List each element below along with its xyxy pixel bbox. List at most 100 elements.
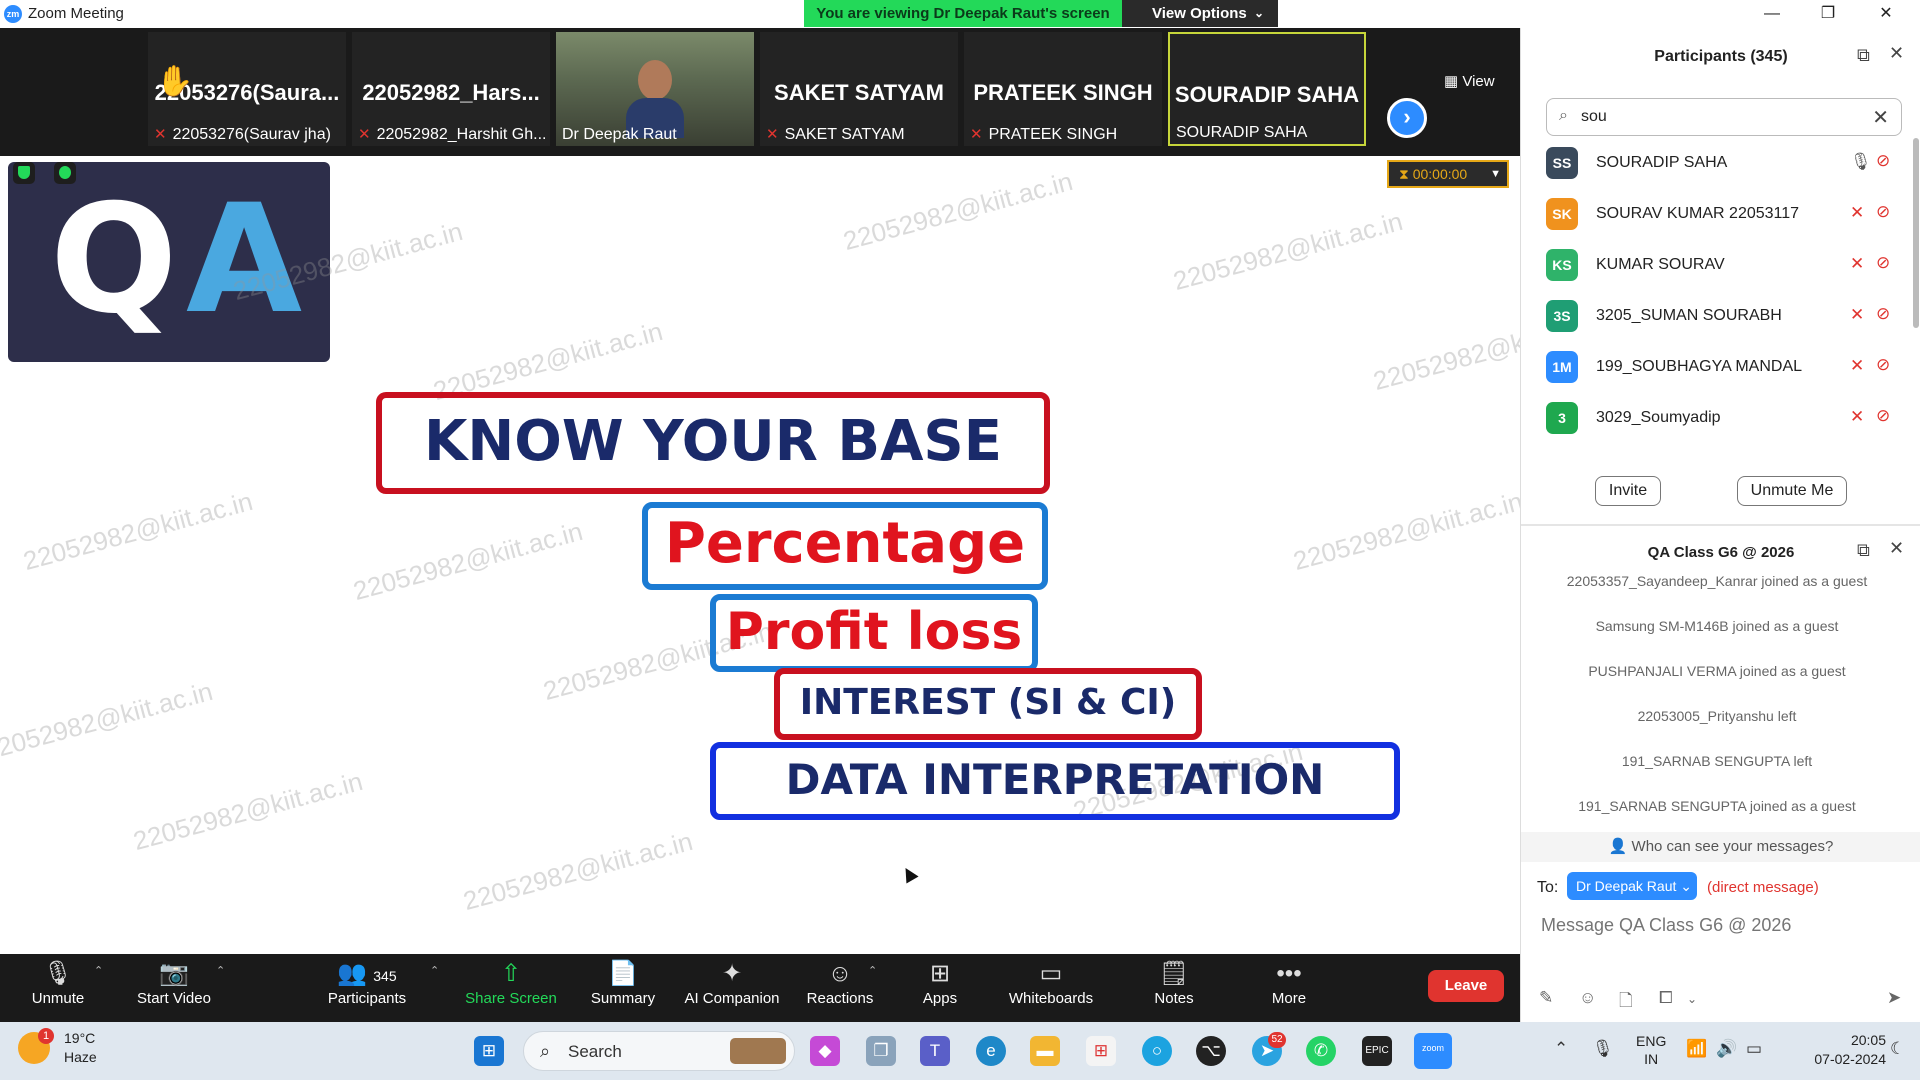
grid-icon: ▦ (1444, 73, 1463, 90)
weather-temperature: 19°C (64, 1030, 96, 1046)
tile-name-label: Dr Deepak Raut (562, 126, 677, 144)
close-window-button[interactable]: ✕ (1858, 0, 1914, 28)
windows-start-icon[interactable]: ⊞ (474, 1036, 504, 1066)
teams-icon[interactable]: T (920, 1036, 950, 1066)
microsoft-store-icon[interactable]: ⊞ (1086, 1036, 1116, 1066)
viewing-screen-text: You are viewing Dr Deepak Raut's screen (804, 0, 1122, 27)
minimize-button[interactable]: — (1744, 0, 1800, 28)
taskbar-search[interactable]: ⌕ Search (523, 1031, 795, 1071)
participants-scrollbar[interactable] (1913, 138, 1919, 328)
start-video-button[interactable]: 📷 Start Video ⌃ (132, 954, 225, 1022)
language-indicator[interactable]: ENG IN (1636, 1032, 1666, 1068)
leave-button[interactable]: Leave (1428, 970, 1504, 1002)
watermark: 22052982@kiit.ac.in (840, 165, 1076, 257)
windows-taskbar: 1 19°C Haze ⊞ ⌕ Search ◆ ❐ T e ▬ ⊞ ○ ⌥ ➤… (0, 1022, 1920, 1080)
participant-tile[interactable]: 22052982_Hars... ✕ 22052982_Harshit Gh... (352, 32, 550, 146)
participant-video-tile[interactable]: Dr Deepak Raut (556, 32, 754, 146)
more-button[interactable]: ••• More (1262, 954, 1316, 1022)
emoji-icon[interactable]: ☺ (1579, 988, 1596, 1008)
ai-companion-button[interactable]: ✦ AI Companion (682, 954, 782, 1022)
participant-search-input[interactable] (1581, 105, 1851, 129)
file-explorer-icon[interactable]: ▬ (1030, 1036, 1060, 1066)
task-view-icon[interactable]: ❐ (866, 1036, 896, 1066)
popout-icon[interactable]: ⧉ (1857, 540, 1870, 561)
show-hidden-icons-chevron-icon[interactable]: ⌃ (1554, 1039, 1568, 1059)
screenshot-icon[interactable]: ⧠ (1659, 988, 1673, 1008)
tile-display-name: 22052982_Hars... (362, 80, 540, 105)
tile-name-label: ✕ 22052982_Harshit Gh... (358, 125, 546, 144)
participants-icon: 👥 345 (337, 960, 397, 987)
github-icon[interactable]: ⌥ (1196, 1036, 1226, 1066)
chevron-up-icon[interactable]: ⌃ (94, 964, 103, 977)
meeting-timer[interactable]: ⧗ 00:00:00 ▼ (1387, 160, 1509, 188)
close-panel-icon[interactable]: ✕ (1889, 43, 1904, 64)
participant-name: 3205_SUMAN SOURABH (1596, 307, 1782, 324)
file-icon[interactable]: 🗋 (1619, 988, 1633, 1017)
copilot-icon[interactable]: ◆ (810, 1036, 840, 1066)
summary-button[interactable]: 📄 Summary (586, 954, 660, 1022)
participant-row[interactable]: 3S 3205_SUMAN SOURABH ✕ ⊘ (1546, 293, 1896, 343)
maximize-button[interactable]: ❐ (1800, 0, 1856, 28)
unmute-button[interactable]: 🎙 Unmute ⌃ (22, 954, 103, 1022)
chevron-up-icon[interactable]: ⌃ (430, 964, 439, 977)
send-icon[interactable]: ➤ (1887, 988, 1901, 1008)
microphone-icon[interactable]: 🎙 (1592, 1039, 1614, 1059)
chat-system-message: Samsung SM-M146B joined as a guest (1595, 618, 1839, 634)
apps-button[interactable]: ⊞ Apps (916, 954, 964, 1022)
mic-muted-icon: ✕ (1850, 407, 1865, 426)
zoom-taskbar-icon[interactable]: zoom (1414, 1033, 1452, 1069)
clear-search-icon[interactable]: ✕ (1872, 105, 1889, 130)
volume-icon[interactable]: 🔊 (1716, 1039, 1737, 1059)
encryption-icon[interactable] (54, 162, 76, 184)
mic-off-icon: 🎙 (42, 960, 74, 987)
close-panel-icon[interactable]: ✕ (1889, 538, 1904, 559)
battery-icon[interactable]: ▭ (1746, 1039, 1762, 1059)
format-icon[interactable]: ✎ (1539, 988, 1553, 1008)
whiteboards-button[interactable]: ▭ Whiteboards (1004, 954, 1098, 1022)
participant-tile[interactable]: PRATEEK SINGH ✕ PRATEEK SINGH (964, 32, 1162, 146)
unmute-me-button[interactable]: Unmute Me (1737, 476, 1847, 506)
participants-button[interactable]: 👥 345 Participants ⌃ (322, 954, 439, 1022)
whatsapp-icon[interactable]: ✆ (1306, 1036, 1336, 1066)
who-can-see-link[interactable]: 👤 Who can see your messages? (1521, 832, 1920, 862)
mic-on-icon: 🎙 (1850, 152, 1872, 171)
reactions-button[interactable]: ☺ Reactions ⌃ (804, 954, 878, 1022)
cortana-icon[interactable]: ○ (1142, 1036, 1172, 1066)
chevron-down-icon[interactable]: ⌄ (1687, 992, 1697, 1006)
participant-row[interactable]: KS KUMAR SOURAV ✕ ⊘ (1546, 242, 1896, 292)
telegram-badge: 52 (1268, 1032, 1286, 1048)
chevron-up-icon[interactable]: ⌃ (868, 964, 877, 977)
epic-games-icon[interactable]: EPIC (1362, 1036, 1392, 1066)
view-options-button[interactable]: View Options ⌄ (1122, 0, 1278, 27)
notifications-icon[interactable]: ☾ (1890, 1039, 1905, 1059)
chevron-up-icon[interactable]: ⌃ (216, 964, 225, 977)
participant-search[interactable]: ⌕ ✕ (1546, 98, 1902, 136)
chevron-down-icon: ⌄ (1680, 878, 1693, 894)
participant-row[interactable]: 3 3029_Soumyadip ✕ ⊘ (1546, 395, 1896, 445)
whiteboards-label: Whiteboards (1008, 990, 1094, 1007)
participant-row[interactable]: SK SOURAV KUMAR 22053117 ✕ ⊘ (1546, 191, 1896, 241)
notes-button[interactable]: 🗒 Notes (1148, 954, 1200, 1022)
participant-tile-active-speaker[interactable]: SOURADIP SAHA SOURADIP SAHA (1168, 32, 1366, 146)
video-off-icon: ⊘ (1876, 304, 1891, 323)
participant-tile[interactable]: SAKET SATYAM ✕ SAKET SATYAM (760, 32, 958, 146)
view-button[interactable]: ▦ View (1444, 72, 1495, 90)
participant-name: 3029_Soumyadip (1596, 409, 1721, 426)
clock[interactable]: 20:05 07-02-2024 (1806, 1031, 1886, 1069)
invite-button[interactable]: Invite (1595, 476, 1661, 506)
next-page-button[interactable]: › (1387, 98, 1427, 138)
participant-row[interactable]: 1M 199_SOUBHAGYA MANDAL ✕ ⊘ (1546, 344, 1896, 394)
notification-badge: 1 (38, 1028, 54, 1044)
chat-message-input[interactable] (1541, 910, 1901, 940)
popout-icon[interactable]: ⧉ (1857, 45, 1870, 66)
security-shield-icon[interactable] (13, 162, 35, 184)
share-screen-label: Share Screen (465, 990, 557, 1007)
wifi-icon[interactable]: 📶 (1686, 1039, 1707, 1059)
side-panel: Participants (345) ⧉ ✕ ⌕ ✕ SS SOURADIP S… (1520, 28, 1920, 1022)
recipient-dropdown[interactable]: Dr Deepak Raut ⌄ (1567, 872, 1697, 900)
slide-topic-profit-loss: Profit loss (710, 594, 1038, 672)
video-off-icon: 📷 (159, 960, 189, 987)
participant-row[interactable]: SS SOURADIP SAHA 🎙 ⊘ (1546, 140, 1896, 190)
edge-browser-icon[interactable]: e (976, 1036, 1006, 1066)
share-screen-button[interactable]: ⇧ Share Screen (462, 954, 560, 1022)
